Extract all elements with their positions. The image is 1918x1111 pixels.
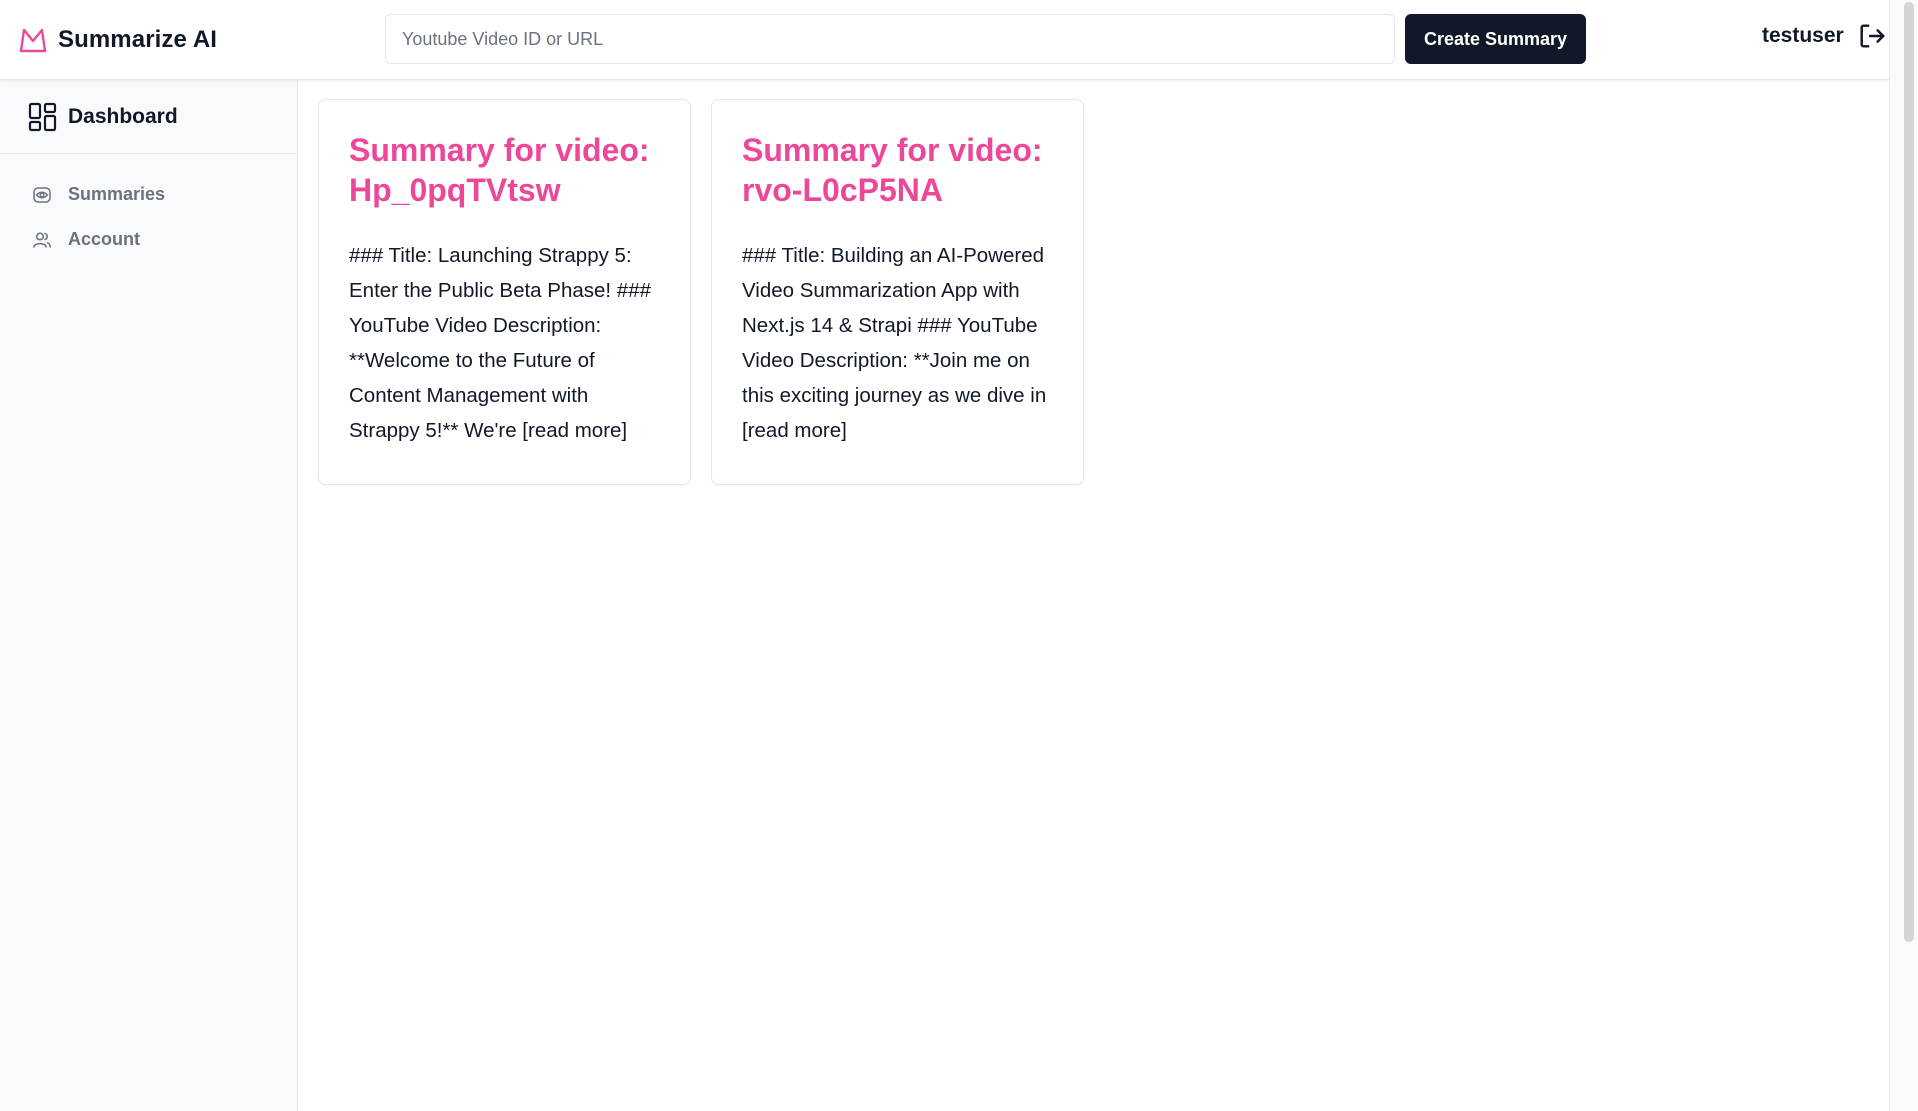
logout-arrow-icon[interactable] xyxy=(1856,20,1888,52)
sidebar-head-label: Dashboard xyxy=(68,104,178,128)
sidebar-item-account[interactable]: Account xyxy=(0,217,297,262)
sidebar-nav: Summaries Account xyxy=(0,154,297,262)
summary-card-title: Summary for video: rvo-L0cP5NA xyxy=(742,132,1043,208)
brand-link[interactable]: Summarize AI xyxy=(18,22,217,58)
scrollbar-thumb[interactable] xyxy=(1904,2,1914,942)
sidebar-item-label: Account xyxy=(68,229,140,249)
summary-card-title: Summary for video: Hp_0pqTVtsw xyxy=(349,132,650,208)
summary-card[interactable]: Summary for video: Hp_0pqTVtsw ### Title… xyxy=(318,99,691,485)
sidebar-item-summaries[interactable]: Summaries xyxy=(0,172,297,217)
users-icon xyxy=(32,230,52,250)
summary-card[interactable]: Summary for video: rvo-L0cP5NA ### Title… xyxy=(711,99,1084,485)
user-menu: testuser xyxy=(1762,18,1888,54)
grid-layout-icon xyxy=(28,102,58,132)
top-header: Summarize AI Create Summary testuser xyxy=(0,0,1889,80)
sidebar-item-dashboard[interactable]: Dashboard xyxy=(0,80,297,154)
summary-card-excerpt: ### Title: Launching Strappy 5: Enter th… xyxy=(349,244,652,442)
crown-outline-icon xyxy=(18,26,48,54)
eye-icon xyxy=(32,185,52,205)
username[interactable]: testuser xyxy=(1762,24,1844,48)
video-url-input[interactable] xyxy=(385,14,1395,64)
scrollbar[interactable] xyxy=(1889,0,1918,1111)
sidebar-item-label: Summaries xyxy=(68,184,166,204)
summary-card-excerpt: ### Title: Building an AI-Powered Video … xyxy=(742,244,1047,442)
brand-name: Summarize AI xyxy=(58,26,218,53)
create-summary-button[interactable]: Create Summary xyxy=(1405,14,1586,64)
main-content: Summary for video: Hp_0pqTVtsw ### Title… xyxy=(298,80,1889,1111)
sidebar: Dashboard Summaries Account xyxy=(0,80,298,1111)
